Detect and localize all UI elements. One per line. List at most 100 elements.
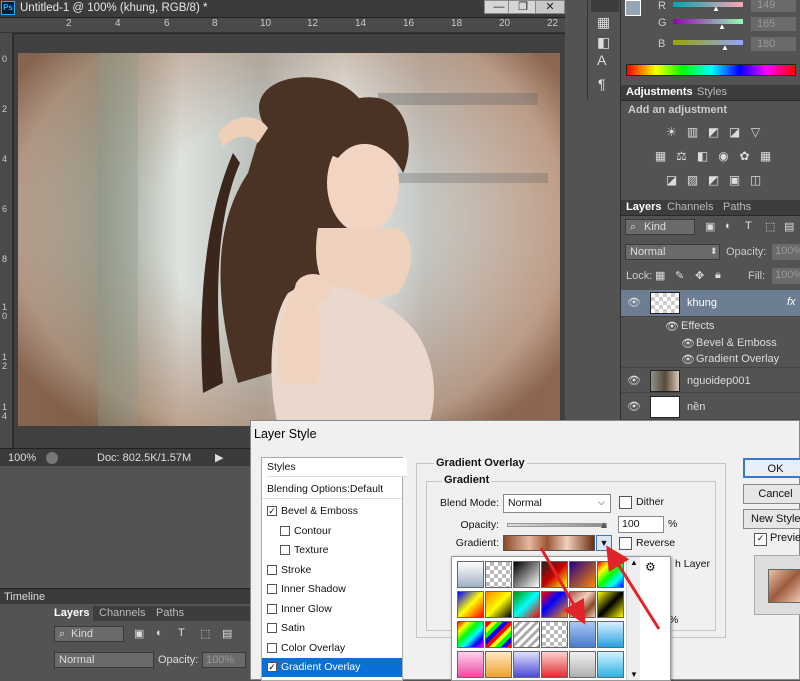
tab-layers[interactable]: Layers [626,201,661,213]
adjustment-filter-icon[interactable]: ◐ [156,627,163,639]
timeline-panel-bar[interactable]: Timeline [0,588,250,604]
layer-row-nguoidep001[interactable]: 👁︎ nguoidep001 [621,367,800,393]
channel-mixer-icon[interactable]: ✿ [738,150,751,163]
green-slider-thumb[interactable]: ▲ [718,22,726,31]
gradient-map-icon[interactable]: ◫ [749,174,762,187]
curves-icon[interactable]: ◩ [707,126,720,139]
zoom-level[interactable]: 100% [8,452,36,464]
layer-row-khung[interactable]: 👁︎ khung fx [621,290,800,317]
vibrance-icon[interactable]: ▽ [749,126,762,139]
eye-icon[interactable]: 👁︎ [627,296,641,309]
effect-gradient-overlay[interactable]: Gradient Overlay [696,353,779,365]
eye-icon[interactable]: 👁︎ [627,374,641,387]
layer-name[interactable]: nguoidep001 [687,375,751,387]
fx-icon[interactable]: fx [787,296,796,308]
blue-slider-thumb[interactable]: ▲ [721,43,729,52]
black-white-icon[interactable]: ◧ [696,150,709,163]
layer-name[interactable]: khung [687,297,717,309]
document-tab-bar[interactable]: Ps Untitled-1 @ 100% (khung, RGB/8) * [0,0,565,18]
layer-thumbnail [650,396,680,418]
shape-filter-icon[interactable]: ⬚ [765,220,775,233]
blue-value-field[interactable]: 180 [751,37,796,51]
preview-checkbox[interactable]: ✓ [754,533,767,546]
smart-object-filter-icon[interactable]: ▤ [222,627,232,640]
lock-transparent-icon[interactable]: ▦ [655,269,665,282]
ok-button[interactable]: OK [743,458,800,478]
maximize-button[interactable]: ❐ [508,0,538,14]
mini-opacity-label: Opacity: [158,654,199,666]
red-slider[interactable] [673,2,743,7]
document-tab-title[interactable]: Untitled-1 @ 100% (khung, RGB/8) * [20,2,207,14]
lock-all-icon[interactable]: 🔒︎ [715,269,721,282]
levels-icon[interactable]: ▥ [686,126,699,139]
lock-pixels-icon[interactable]: ✎ [675,269,684,282]
layer-row-nen[interactable]: 👁︎ nền [621,394,800,420]
fill-field[interactable]: 100% [772,268,800,284]
blend-mode-select[interactable]: Normal ⬍ [625,244,720,260]
tab-paths[interactable]: Paths [723,201,751,213]
effects-label[interactable]: Effects [681,320,714,332]
mini-opacity-field[interactable]: 100% [202,652,246,668]
type-filter-icon[interactable]: T [178,627,185,639]
mini-blend-mode-select[interactable]: Normal [54,652,154,668]
mini-tab-paths[interactable]: Paths [152,606,188,621]
paragraph-panel-icon[interactable]: ¶ [598,76,606,92]
type-filter-icon[interactable]: T [745,220,752,232]
preview-label: Preview [770,532,800,544]
threshold-icon[interactable]: ◩ [707,174,720,187]
color-spectrum-bar[interactable] [626,64,796,76]
tab-channels[interactable]: Channels [667,201,713,213]
new-style-button[interactable]: New Style... [743,509,800,529]
eye-icon[interactable]: 👁︎ [627,400,641,413]
status-menu-icon[interactable] [46,452,58,464]
red-value-field[interactable]: 149 [751,0,796,12]
close-button[interactable]: ✕ [535,0,565,14]
green-value-field[interactable]: 165 [751,17,796,31]
adjustments-tabs: Adjustments Styles [621,85,800,101]
hue-saturation-icon[interactable]: ▦ [654,150,667,163]
red-slider-thumb[interactable]: ▲ [712,4,720,13]
character-panel-icon[interactable]: A [597,52,606,68]
lock-label: Lock: [626,270,653,282]
eye-icon[interactable]: 👁︎ [665,320,679,333]
color-lookup-icon[interactable]: ▦ [759,150,772,163]
smart-object-filter-icon[interactable]: ▤ [784,220,794,233]
cancel-button[interactable]: Cancel [743,484,800,504]
canvas-photo[interactable] [18,53,560,426]
mini-tab-channels[interactable]: Channels [95,606,149,621]
lock-position-icon[interactable]: ✥ [695,269,704,282]
opacity-field[interactable]: 100% [772,244,800,260]
search-icon: ⌕ [59,628,66,640]
photo-filter-icon[interactable]: ◉ [717,150,730,163]
exposure-icon[interactable]: ◪ [728,126,741,139]
selective-color-icon[interactable]: ▣ [728,174,741,187]
ruler-tick: 16 [403,18,415,29]
eye-icon[interactable]: 👁︎ [681,353,695,366]
invert-icon[interactable]: ◪ [665,174,678,187]
search-icon: ⌕ [630,221,637,233]
brightness-icon[interactable]: ☀ [665,126,678,139]
eye-icon[interactable]: 👁︎ [681,337,695,350]
info-panel-icon[interactable]: ▦ [597,14,610,31]
tab-adjustments[interactable]: Adjustments [626,86,693,98]
history-panel-icon[interactable]: ◧ [597,34,610,51]
layer-kind-filter[interactable]: ⌕ Kind [625,219,695,235]
image-filter-icon[interactable]: ▣ [134,627,144,640]
adjustment-filter-icon[interactable]: ◐ [725,220,732,232]
opacity-value: 100% [775,245,800,257]
shape-filter-icon[interactable]: ⬚ [200,627,210,640]
green-value: 165 [757,18,776,30]
photoshop-logo: Ps [1,1,15,15]
posterize-icon[interactable]: ▨ [686,174,699,187]
blue-slider[interactable] [673,40,743,45]
mini-kind-filter[interactable]: ⌕ Kind [54,626,124,642]
image-filter-icon[interactable]: ▣ [705,220,715,233]
mini-tab-layers[interactable]: Layers [50,606,94,621]
color-balance-icon[interactable]: ⚖ [675,150,688,163]
layer-name[interactable]: nền [687,401,705,413]
status-arrow-icon[interactable]: ▶ [215,451,223,464]
green-slider[interactable] [673,19,743,24]
foreground-color-swatch[interactable] [625,0,641,16]
tab-styles[interactable]: Styles [697,86,727,98]
effect-bevel-emboss[interactable]: Bevel & Emboss [696,337,777,349]
